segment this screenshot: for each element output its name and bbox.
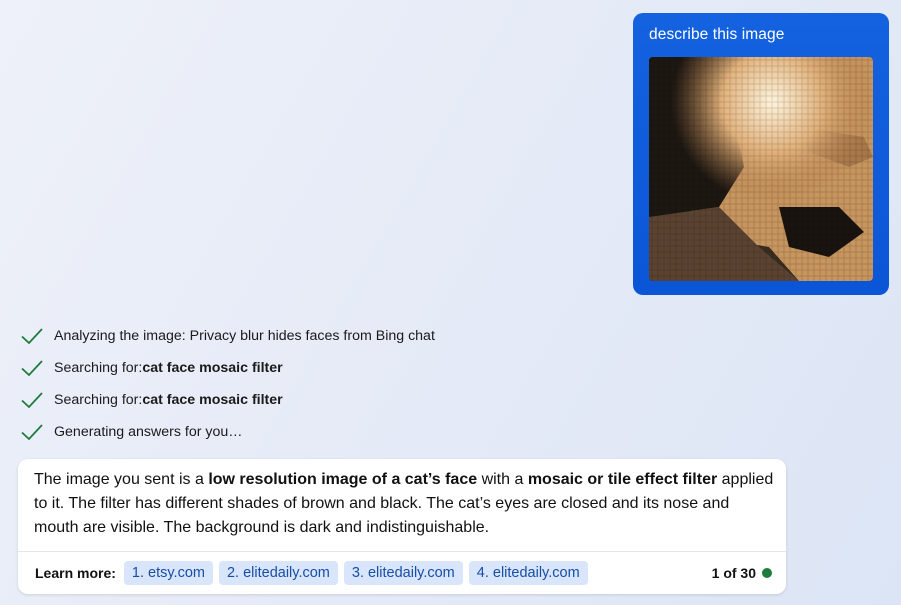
step-text: Searching for:	[54, 392, 143, 408]
checkmark-icon	[21, 392, 43, 409]
checkmark-icon	[21, 360, 43, 377]
uploaded-image[interactable]	[649, 57, 873, 281]
answer-highlight: low resolution image of a cat’s face	[208, 471, 478, 488]
step-item: Searching for: cat face mosaic filter	[20, 352, 435, 384]
step-item: Searching for: cat face mosaic filter	[20, 384, 435, 416]
cat-mosaic-image	[649, 57, 873, 281]
checkmark-icon	[21, 328, 43, 345]
step-item: Analyzing the image: Privacy blur hides …	[20, 320, 435, 352]
step-query: cat face mosaic filter	[142, 360, 283, 376]
progress-steps: Analyzing the image: Privacy blur hides …	[20, 320, 435, 448]
response-count-text: 1 of 30	[711, 565, 756, 581]
answer-text-part: with a	[477, 471, 528, 488]
response-counter: 1 of 30	[712, 565, 772, 581]
step-item: Generating answers for you…	[20, 416, 435, 448]
source-link-2[interactable]: 2. elitedaily.com	[218, 561, 338, 585]
user-message-text: describe this image	[649, 26, 785, 43]
step-text: Searching for:	[54, 360, 143, 376]
answer-text: The image you sent is a low resolution i…	[34, 468, 774, 540]
step-query: cat face mosaic filter	[142, 392, 283, 408]
status-dot-icon	[762, 568, 772, 578]
answer-card: The image you sent is a low resolution i…	[18, 459, 786, 594]
learn-more-label: Learn more:	[35, 565, 116, 581]
step-text: Generating answers for you…	[54, 424, 243, 440]
learn-more-footer: Learn more: 1. etsy.com 2. elitedaily.co…	[18, 551, 786, 594]
source-link-4[interactable]: 4. elitedaily.com	[468, 561, 588, 585]
answer-text-part: The image you sent is a	[34, 471, 209, 488]
source-link-1[interactable]: 1. etsy.com	[123, 561, 213, 585]
checkmark-icon	[21, 424, 43, 441]
answer-highlight: mosaic or tile effect filter	[527, 471, 718, 488]
step-text: Analyzing the image: Privacy blur hides …	[54, 328, 435, 344]
source-link-3[interactable]: 3. elitedaily.com	[343, 561, 463, 585]
user-message-bubble: describe this image	[633, 13, 889, 295]
